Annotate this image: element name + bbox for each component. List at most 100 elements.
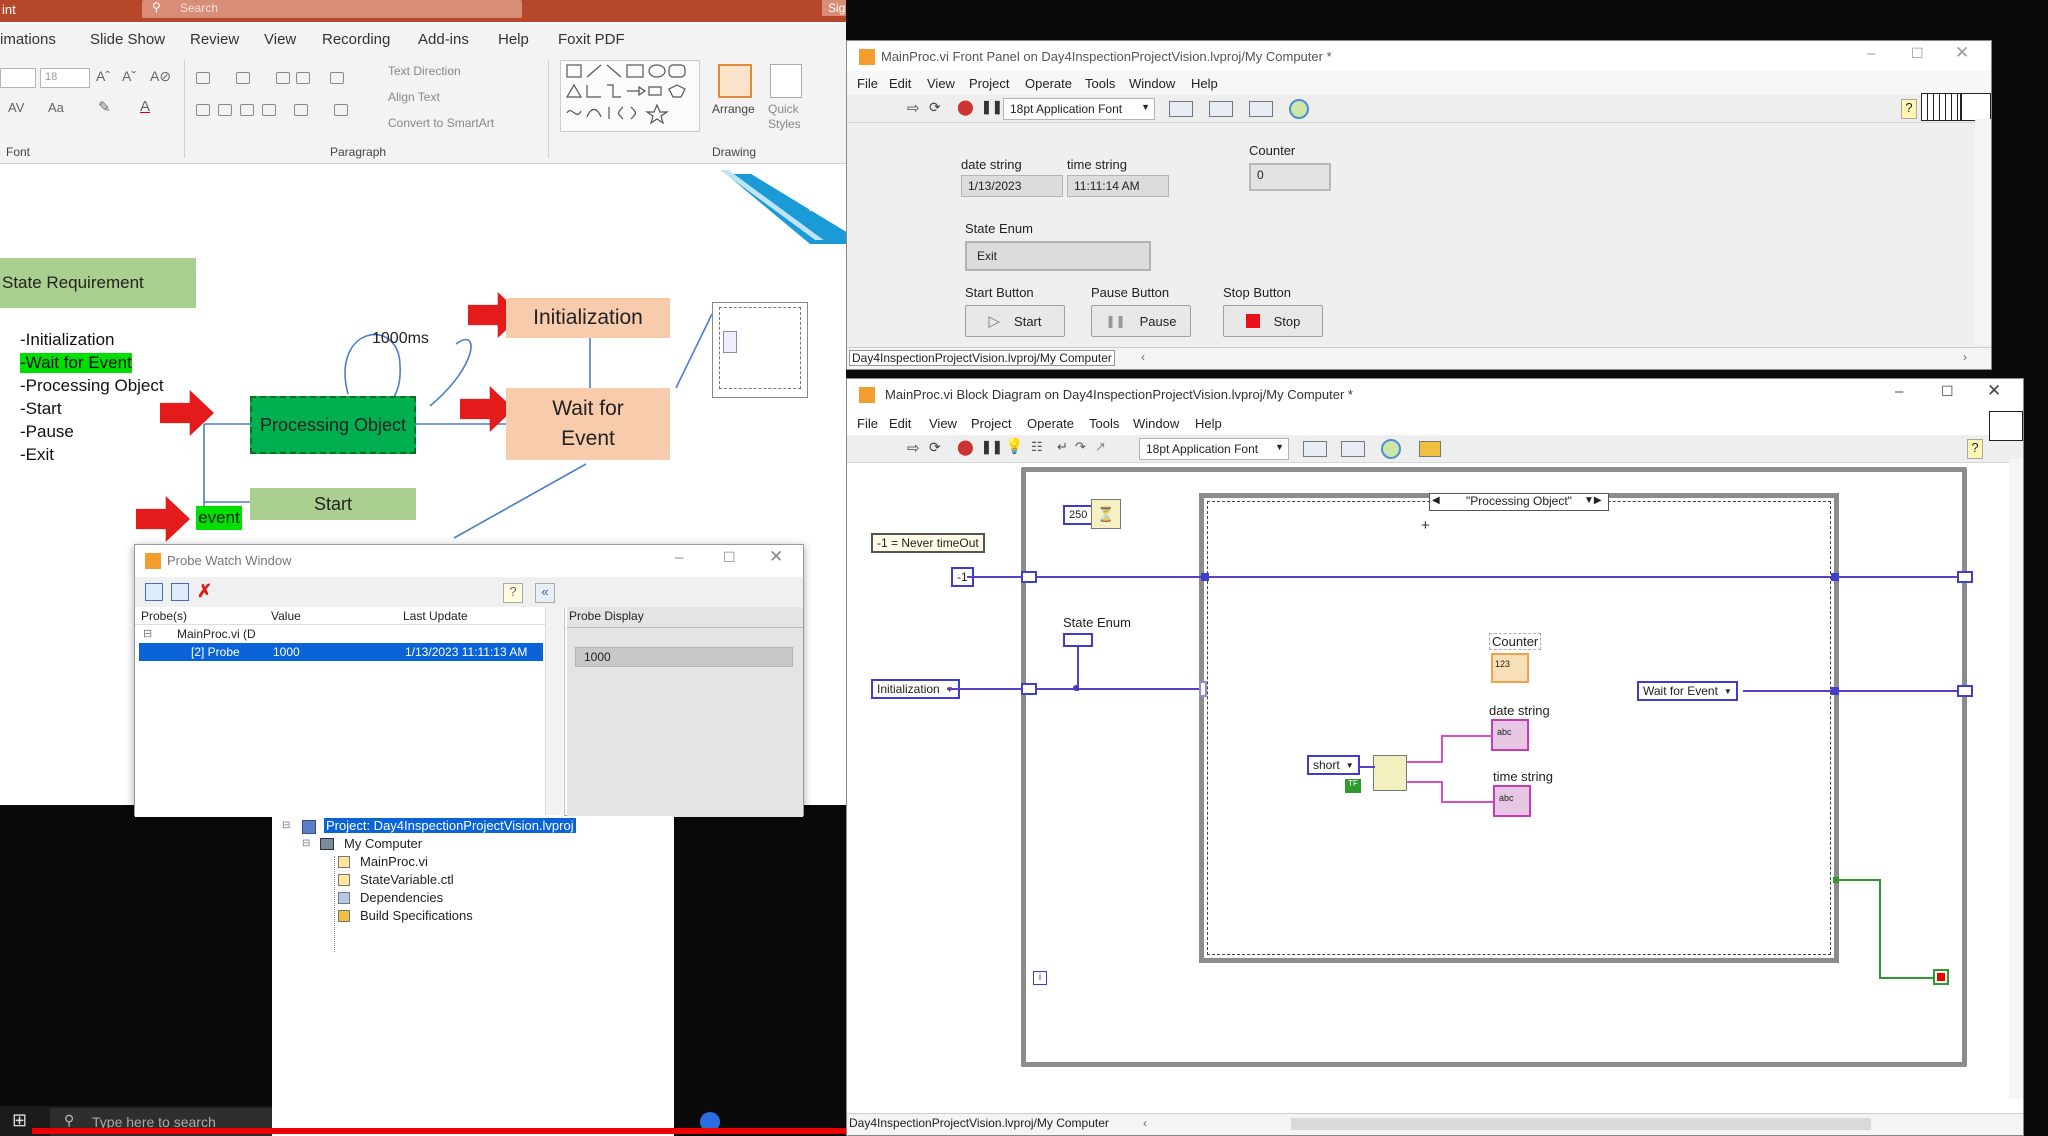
menu-tools[interactable]: Tools bbox=[1089, 416, 1119, 431]
minimize-icon[interactable]: – bbox=[675, 549, 683, 566]
start-button[interactable]: ▷ Start bbox=[965, 305, 1065, 337]
scroll-left-icon[interactable]: ‹ bbox=[1143, 1116, 1147, 1130]
stop-button[interactable]: Stop bbox=[1223, 305, 1323, 337]
col-value[interactable]: Value bbox=[271, 609, 301, 623]
smartart-columns-icon[interactable] bbox=[334, 104, 348, 116]
wire-init[interactable] bbox=[947, 688, 1025, 690]
tree-item-dependencies[interactable]: Dependencies bbox=[360, 890, 443, 905]
font-dropdown[interactable]: 18pt Application Font ▼ bbox=[1139, 438, 1289, 460]
reorder-icon[interactable] bbox=[1381, 439, 1401, 459]
block-diagram-hscrollbar[interactable] bbox=[1291, 1118, 1871, 1130]
maximize-icon[interactable]: ☐ bbox=[1941, 383, 1954, 400]
numbering-icon[interactable] bbox=[236, 72, 250, 84]
tree-item-mainproc[interactable]: MainProc.vi bbox=[360, 854, 428, 869]
align-objects-icon[interactable] bbox=[1303, 441, 1327, 457]
tab-add-ins[interactable]: Add-ins bbox=[418, 31, 469, 48]
menu-window[interactable]: Window bbox=[1129, 76, 1175, 91]
time-string-terminal[interactable]: abc bbox=[1493, 785, 1531, 817]
probe-list-scrollbar[interactable] bbox=[545, 607, 563, 815]
col-last-update[interactable]: Last Update bbox=[403, 609, 468, 623]
tree-collapse-icon[interactable]: ⊟ bbox=[282, 820, 290, 831]
menu-window[interactable]: Window bbox=[1133, 416, 1179, 431]
case-prev-icon[interactable]: ◀ bbox=[1432, 495, 1440, 506]
tab-review[interactable]: Review bbox=[190, 31, 239, 48]
next-state-constant[interactable]: Wait for Event ▼ bbox=[1637, 681, 1738, 701]
grow-font-icon[interactable]: Aˆ bbox=[96, 68, 110, 84]
counter-terminal[interactable]: 123 bbox=[1491, 653, 1529, 683]
minimize-icon[interactable]: – bbox=[1895, 383, 1903, 400]
menu-help[interactable]: Help bbox=[1195, 416, 1222, 431]
close-icon[interactable]: ✕ bbox=[1955, 43, 1969, 63]
abort-icon[interactable]: ⬤ bbox=[957, 438, 974, 456]
resize-objects-icon[interactable] bbox=[1249, 101, 1273, 117]
menu-operate[interactable]: Operate bbox=[1025, 76, 1072, 91]
decrease-indent-icon[interactable] bbox=[276, 72, 290, 84]
shift-register-left-state[interactable] bbox=[1021, 683, 1037, 695]
probe-row[interactable]: [2] Probe 1000 1/13/2023 11:11:13 AM bbox=[139, 643, 543, 661]
step-out-icon[interactable]: ↗ bbox=[1095, 439, 1106, 455]
wait-ms-function-icon[interactable]: ⏳ bbox=[1091, 499, 1121, 529]
wire-stop-horizontal[interactable] bbox=[1839, 879, 1881, 881]
tree-collapse-icon[interactable]: ⊟ bbox=[302, 838, 310, 849]
probe-delete-icon[interactable]: ✗ bbox=[197, 581, 212, 602]
ppt-signin-button[interactable]: Sign in bbox=[822, 0, 846, 16]
abort-icon[interactable]: ⬤ bbox=[957, 98, 974, 116]
run-arrow-icon[interactable]: ⇨ bbox=[907, 439, 920, 457]
ppt-search-box[interactable]: ⚲ Search bbox=[142, 0, 522, 18]
convert-smartart-button[interactable]: Convert to SmartArt bbox=[388, 116, 494, 130]
format-date-time-function-icon[interactable] bbox=[1373, 755, 1407, 791]
help-icon[interactable]: ? bbox=[503, 583, 523, 603]
font-name-dropdown[interactable] bbox=[0, 68, 36, 88]
shift-register-right-top[interactable] bbox=[1957, 571, 1973, 583]
quick-styles-button[interactable]: Quick Styles bbox=[768, 102, 808, 132]
project-root[interactable]: Project: Day4InspectionProjectVision.lvp… bbox=[324, 818, 576, 833]
short-format-constant[interactable]: short ▼ bbox=[1307, 755, 1360, 775]
increase-indent-icon[interactable] bbox=[296, 72, 310, 84]
quick-styles-icon[interactable] bbox=[770, 64, 802, 98]
case-selector[interactable]: ◀ "Processing Object" ▼▶ bbox=[1429, 493, 1609, 511]
case-dropdown-icon[interactable]: ▼▶ bbox=[1584, 495, 1602, 506]
tab-help[interactable]: Help bbox=[498, 31, 529, 48]
wire-shift-register-top[interactable] bbox=[1037, 576, 1967, 578]
boolean-constant[interactable]: TF bbox=[1345, 779, 1361, 793]
menu-file[interactable]: File bbox=[857, 416, 878, 431]
tab-view[interactable]: View bbox=[264, 31, 296, 48]
menu-view[interactable]: View bbox=[927, 76, 955, 91]
wire-stop-vertical[interactable] bbox=[1879, 879, 1881, 979]
front-panel-vscrollbar[interactable] bbox=[1975, 119, 1991, 345]
wire-time-out[interactable] bbox=[1407, 781, 1443, 783]
align-text-button[interactable]: Align Text bbox=[388, 90, 440, 104]
tab-animations[interactable]: imations bbox=[0, 31, 56, 48]
help-icon[interactable]: ? bbox=[1967, 439, 1983, 459]
pause-button[interactable]: ❚❚ Pause bbox=[1091, 305, 1191, 337]
block-diagram-vscrollbar[interactable] bbox=[2009, 459, 2023, 1099]
date-string-terminal[interactable]: abc bbox=[1491, 719, 1529, 751]
align-center-icon[interactable] bbox=[218, 104, 232, 116]
change-case-icon[interactable]: Aa bbox=[48, 100, 64, 115]
bullets-icon[interactable] bbox=[196, 72, 210, 84]
shapes-gallery[interactable] bbox=[560, 60, 700, 132]
justify-icon[interactable] bbox=[262, 104, 276, 116]
minimize-icon[interactable]: – bbox=[1867, 45, 1875, 62]
shrink-font-icon[interactable]: Aˇ bbox=[122, 68, 136, 84]
wire-stop-to-condition[interactable] bbox=[1879, 977, 1935, 979]
menu-help[interactable]: Help bbox=[1191, 76, 1218, 91]
char-spacing-icon[interactable]: AV bbox=[8, 100, 24, 115]
help-icon[interactable]: ? bbox=[1901, 99, 1917, 119]
menu-file[interactable]: File bbox=[857, 76, 878, 91]
align-left-icon[interactable] bbox=[196, 104, 210, 116]
windows-start-icon[interactable]: ⊞ bbox=[12, 1110, 27, 1131]
collapse-display-icon[interactable]: « bbox=[535, 583, 555, 603]
probe-expand-icon[interactable] bbox=[171, 583, 189, 601]
menu-edit[interactable]: Edit bbox=[889, 76, 911, 91]
tab-foxit-pdf[interactable]: Foxit PDF bbox=[558, 31, 625, 48]
shift-register-left-top[interactable] bbox=[1021, 571, 1037, 583]
text-direction-button[interactable]: Text Direction bbox=[388, 64, 461, 78]
font-dropdown[interactable]: 18pt Application Font ▼ bbox=[1003, 98, 1155, 120]
clear-format-icon[interactable]: A⊘ bbox=[150, 68, 171, 85]
maximize-icon[interactable]: ☐ bbox=[723, 549, 736, 566]
menu-edit[interactable]: Edit bbox=[889, 416, 911, 431]
tab-recording[interactable]: Recording bbox=[322, 31, 390, 48]
maximize-icon[interactable]: ☐ bbox=[1911, 45, 1924, 62]
close-icon[interactable]: ✕ bbox=[1987, 381, 2001, 401]
